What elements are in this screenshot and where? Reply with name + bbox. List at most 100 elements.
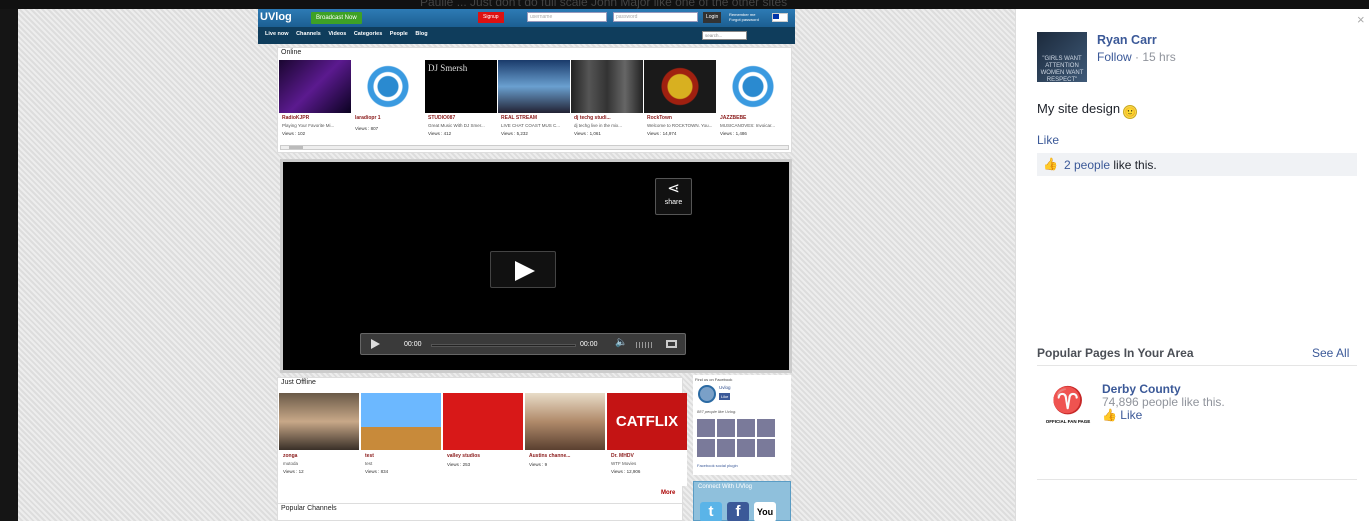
nav-item-blog[interactable]: Blog: [415, 31, 427, 37]
page-name[interactable]: Derby County: [1102, 382, 1181, 396]
thumbnail: [498, 60, 570, 113]
background-strip: Paulie ... Just don't do full scale John…: [0, 0, 1369, 9]
player-controls: 00:00 00:00 🔈: [360, 333, 686, 355]
fan-avatar[interactable]: [737, 439, 755, 457]
language-flag-icon[interactable]: [772, 13, 788, 22]
youtube-icon[interactable]: You: [754, 502, 776, 521]
site-search-input[interactable]: search...: [702, 31, 747, 40]
nav-item-channels[interactable]: Channels: [296, 31, 321, 37]
fan-avatar[interactable]: [737, 419, 755, 437]
derby-county-logo[interactable]: ♈ OFFICIAL FAN PAGE: [1037, 381, 1099, 436]
seek-bar[interactable]: [431, 344, 576, 347]
like-summary: 👍 2 people like this.: [1037, 153, 1357, 176]
fb-page-name[interactable]: Uvlog: [719, 385, 731, 390]
username-input[interactable]: username: [527, 12, 607, 22]
uvlog-site: UVlog Broadcast Now Signup username pass…: [258, 9, 795, 521]
fan-avatar[interactable]: [697, 439, 715, 457]
offline-card[interactable]: Austins channe... Views : 9: [525, 393, 605, 486]
offline-card[interactable]: CATFLIX Dr. MHDV WTF Movies Views : 12,9…: [607, 393, 687, 486]
thumb-text: CATFLIX: [615, 413, 679, 430]
fan-avatar[interactable]: [717, 439, 735, 457]
facebook-like-box: Find us on Facebook Uvlog Like 887 peopl…: [693, 375, 791, 475]
video-player[interactable]: ⋖ share 00:00 00:00 🔈: [280, 159, 792, 373]
nav-item-categories[interactable]: Categories: [354, 31, 382, 37]
dark-margin: [0, 9, 18, 521]
card-title: test: [365, 453, 374, 459]
fan-avatar[interactable]: [757, 419, 775, 437]
connect-heading: Connect With UVlog: [698, 484, 753, 490]
avatar[interactable]: "GIRLS WANT ATTENTION WOMEN WANT RESPECT…: [1037, 32, 1087, 83]
like-count-suffix: like this.: [1110, 158, 1157, 172]
online-card[interactable]: RockTown Welcome to ROCKTOWN. You... Vie…: [644, 60, 716, 144]
card-title: RockTown: [647, 115, 672, 121]
thumbnail: [352, 60, 424, 113]
broadcast-button[interactable]: Broadcast Now: [311, 12, 362, 24]
card-title: Austins channe...: [529, 453, 571, 459]
fan-avatar[interactable]: [697, 419, 715, 437]
online-card[interactable]: laradiopr 1 Views : 807: [352, 60, 424, 144]
forgot-password-link[interactable]: Forgot password: [729, 17, 759, 22]
online-card[interactable]: DJ Smersh STUDIO087 Great Music With DJ …: [425, 60, 497, 144]
password-input[interactable]: password: [613, 12, 698, 22]
volume-slider[interactable]: [636, 342, 652, 348]
twitter-icon[interactable]: t: [700, 502, 722, 521]
close-icon[interactable]: ×: [1357, 13, 1365, 26]
uvlog-topbar: UVlog Broadcast Now Signup username pass…: [258, 9, 795, 27]
facebook-icon[interactable]: f: [727, 502, 749, 521]
online-card[interactable]: JAZZBEBE MUSICANOVES: Invoicar... Views …: [717, 60, 789, 144]
page-like-label: Like: [1120, 408, 1143, 422]
card-views: Views : 253: [447, 462, 471, 467]
like-link[interactable]: Like: [1037, 133, 1059, 147]
uvlog-navbar: Live now Channels Videos Categories Peop…: [258, 27, 795, 44]
fan-avatar[interactable]: [717, 419, 735, 437]
big-play-button[interactable]: [490, 251, 556, 288]
share-button[interactable]: ⋖ share: [655, 178, 692, 215]
like-count-link[interactable]: 2 people: [1064, 158, 1110, 172]
post-time[interactable]: 15 hrs: [1142, 50, 1175, 64]
nav-item-videos[interactable]: Videos: [328, 31, 346, 37]
fb-like-button[interactable]: Like: [719, 393, 731, 400]
see-all-link[interactable]: See All: [1312, 346, 1349, 360]
signup-button[interactable]: Signup: [478, 12, 504, 23]
page-likes: 74,896 people like this.: [1102, 395, 1225, 409]
fan-avatar[interactable]: [757, 439, 775, 457]
user-name[interactable]: Ryan Carr: [1097, 33, 1157, 47]
remember-me[interactable]: Remember me Forgot password: [729, 12, 763, 22]
volume-icon[interactable]: 🔈: [615, 337, 627, 348]
card-title: dj techg studi...: [574, 115, 611, 121]
online-card[interactable]: RadioKJPR Playing Your Favorite Mi... Vi…: [279, 60, 351, 144]
login-button[interactable]: Login: [703, 12, 722, 23]
popular-channels-title: Popular Channels: [281, 505, 337, 512]
offline-card[interactable]: valley studios Views : 253: [443, 393, 523, 486]
offline-card[interactable]: test test Views : 834: [361, 393, 441, 486]
card-title: JAZZBEBE: [720, 115, 747, 121]
card-views: Views : 5,232: [501, 131, 528, 136]
post-body: My site design 🙂: [1037, 101, 1138, 119]
page-like-button[interactable]: 👍 Like: [1102, 408, 1142, 422]
online-scrollbar[interactable]: [280, 145, 789, 150]
card-views: Views : 9: [529, 462, 548, 467]
meta-separator: ·: [1131, 50, 1143, 64]
nav-item-live-now[interactable]: Live now: [265, 31, 289, 37]
card-desc: LIVE CHAT COAST MUS C...: [501, 123, 561, 128]
thumbs-up-icon: 👍: [1043, 157, 1058, 171]
fb-plugin-label: Facebook social plugin: [697, 463, 738, 468]
fullscreen-icon[interactable]: [666, 340, 677, 348]
popular-pages-title: Popular Pages In Your Area: [1037, 346, 1194, 360]
nav-item-people[interactable]: People: [390, 31, 408, 37]
card-views: Views : 102: [282, 131, 306, 136]
play-icon[interactable]: [371, 339, 380, 349]
online-card[interactable]: REAL STREAM LIVE CHAT COAST MUS C... Vie…: [498, 60, 570, 144]
play-icon: [515, 261, 535, 281]
uvlog-logo[interactable]: UVlog: [260, 11, 292, 23]
uvlog-page-avatar[interactable]: [698, 385, 716, 403]
offline-card[interactable]: zonga mutoda Views : 12: [279, 393, 359, 486]
card-title: laradiopr 1: [355, 115, 381, 121]
background-text: Paulie ... Just don't do full scale John…: [420, 0, 788, 9]
more-link[interactable]: More: [661, 490, 675, 496]
follow-link[interactable]: Follow: [1097, 50, 1132, 64]
fb-box-heading: Find us on Facebook: [695, 377, 733, 382]
online-card[interactable]: dj techg studi... dj techg live in the m…: [571, 60, 643, 144]
card-views: Views : 834: [365, 469, 389, 474]
fb-people-like: 887 people like Uvlog.: [697, 409, 737, 414]
